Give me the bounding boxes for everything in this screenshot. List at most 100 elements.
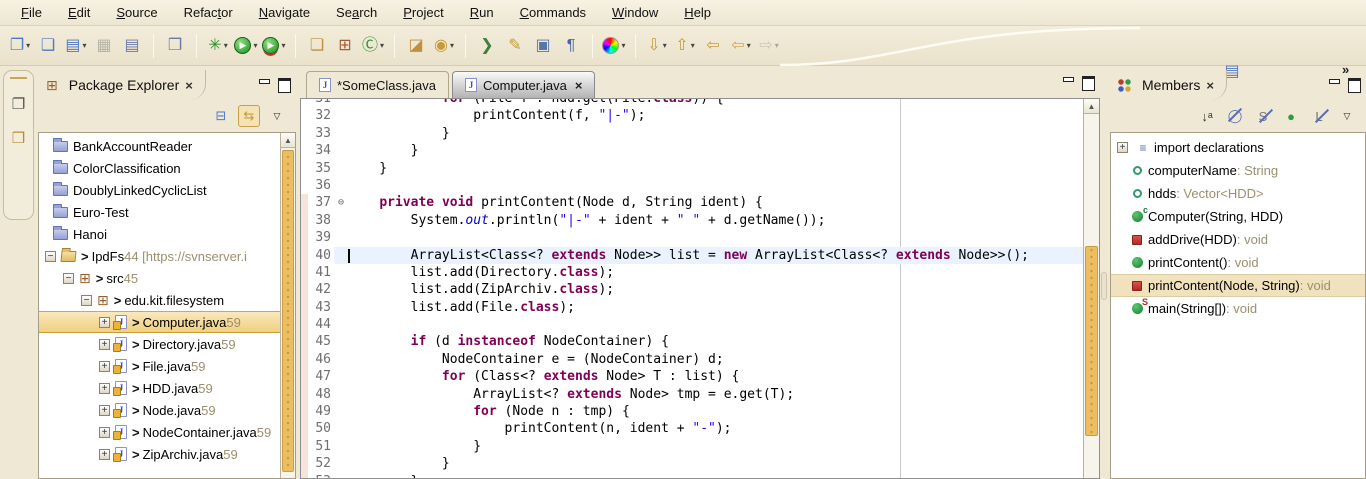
- run-last-launch-button[interactable]: ❯: [475, 32, 499, 60]
- code-line-41[interactable]: 41 list.add(Directory.class);: [301, 264, 1083, 281]
- new-view-button-dropdown-icon[interactable]: ▾: [83, 41, 87, 50]
- tree-item-ipdfs[interactable]: −>IpdFs 44 [https://svnserver.i: [39, 245, 280, 267]
- member-item-computername[interactable]: computerName : String: [1111, 159, 1365, 182]
- show-public-button[interactable]: ●: [1280, 105, 1302, 127]
- print-button[interactable]: ▤: [120, 32, 144, 60]
- hide-static-button[interactable]: S: [1252, 105, 1274, 127]
- fast-view-bar-handle[interactable]: [10, 75, 27, 79]
- tree-item-src[interactable]: −⊞>src 45: [39, 267, 280, 289]
- menu-refactor[interactable]: Refactor: [171, 1, 246, 25]
- code-line-38[interactable]: 38 System.out.println("|-" + ident + " "…: [301, 212, 1083, 229]
- editor-maximize-button[interactable]: [1082, 76, 1094, 87]
- menu-source[interactable]: Source: [103, 1, 170, 25]
- code-line-48[interactable]: 48 ArrayList<? extends Node> tmp = e.get…: [301, 386, 1083, 403]
- editor-minimize-button[interactable]: [1062, 76, 1074, 87]
- tree-item-ziparchiv-java[interactable]: +J>ZipArchiv.java 59: [39, 443, 280, 465]
- tree-item-doublylinkedcycliclist[interactable]: DoublyLinkedCyclicList: [39, 179, 280, 201]
- debug-button-dropdown-icon[interactable]: ▾: [224, 41, 228, 50]
- last-edit-location-button[interactable]: ⇦: [701, 32, 725, 60]
- view-menu-button[interactable]: ▽: [266, 105, 288, 127]
- menu-commands[interactable]: Commands: [507, 1, 599, 25]
- new-wizard-button-dropdown-icon[interactable]: ▾: [26, 41, 30, 50]
- editor-tab-computer-java[interactable]: JComputer.java×: [452, 71, 595, 98]
- new-class-button-dropdown-icon[interactable]: ▾: [380, 41, 384, 50]
- tree-expander-icon[interactable]: +: [99, 449, 110, 460]
- menu-project[interactable]: Project: [390, 1, 456, 25]
- debug-button[interactable]: ✳▾: [206, 32, 230, 60]
- code-line-33[interactable]: 33 }: [301, 125, 1083, 142]
- previous-annotation-button-dropdown-icon[interactable]: ▾: [691, 41, 695, 50]
- tree-item-hdd-java[interactable]: +J>HDD.java 59: [39, 377, 280, 399]
- code-line-53[interactable]: 53 }: [301, 473, 1083, 479]
- search-button-dropdown-icon[interactable]: ▾: [450, 41, 454, 50]
- package-explorer-tab[interactable]: ⊞ Package Explorer ×: [38, 70, 206, 100]
- code-line-51[interactable]: 51 }: [301, 438, 1083, 455]
- code-line-44[interactable]: 44: [301, 316, 1083, 333]
- next-annotation-button-dropdown-icon[interactable]: ▾: [663, 41, 667, 50]
- link-with-editor-button[interactable]: ⇆: [238, 105, 260, 127]
- new-package-button[interactable]: ⊞: [333, 32, 357, 60]
- new-java-project-button[interactable]: ❏: [305, 32, 329, 60]
- tree-item-colorclassification[interactable]: ColorClassification: [39, 157, 280, 179]
- fast-view-folder-icon[interactable]: ❒: [4, 129, 33, 147]
- next-annotation-button[interactable]: ⇩▾: [645, 32, 669, 60]
- color-wheel-button-dropdown-icon[interactable]: ▾: [621, 41, 625, 50]
- menu-search[interactable]: Search: [323, 1, 390, 25]
- sort-button[interactable]: ↓ᵃ: [1196, 105, 1218, 127]
- tree-item-hanoi[interactable]: Hanoi: [39, 223, 280, 245]
- tree-item-nodecontainer-java[interactable]: +J>NodeContainer.java 59: [39, 421, 280, 443]
- color-wheel-button[interactable]: ▾: [602, 32, 626, 60]
- package-explorer-close-icon[interactable]: ×: [185, 78, 193, 93]
- tree-item-edu-kit-filesystem[interactable]: −⊞>edu.kit.filesystem: [39, 289, 280, 311]
- external-tools-button[interactable]: ▶▾: [262, 32, 286, 60]
- editor-scrollbar[interactable]: ▲: [1083, 99, 1099, 478]
- menu-navigate[interactable]: Navigate: [246, 1, 323, 25]
- open-type-button[interactable]: ◪: [404, 32, 428, 60]
- menu-file[interactable]: File: [8, 1, 55, 25]
- code-line-39[interactable]: 39: [301, 229, 1083, 246]
- tree-expander-icon[interactable]: +: [99, 405, 110, 416]
- external-tools-button-dropdown-icon[interactable]: ▾: [281, 41, 285, 50]
- search-button[interactable]: ◉▾: [432, 32, 456, 60]
- run-button-dropdown-icon[interactable]: ▾: [253, 41, 257, 50]
- members-minimize-button[interactable]: [1328, 78, 1340, 89]
- tree-item-euro-test[interactable]: Euro-Test: [39, 201, 280, 223]
- menu-help[interactable]: Help: [671, 1, 724, 25]
- member-item-import-declarations[interactable]: +≡import declarations: [1111, 136, 1365, 159]
- run-button[interactable]: ▶▾: [234, 32, 258, 60]
- mark-occurrences-button[interactable]: ✎: [503, 32, 527, 60]
- new-wizard-button[interactable]: ❐▾: [8, 32, 32, 60]
- member-item-main-string[interactable]: Smain(String[]) : void: [1111, 297, 1365, 320]
- copy-windows-button[interactable]: ❒: [163, 32, 187, 60]
- tree-item-directory-java[interactable]: +J>Directory.java 59: [39, 333, 280, 355]
- editor-body[interactable]: 31 for (File f : hdd.get(File.class)) {3…: [300, 98, 1100, 479]
- show-whitespace-button[interactable]: ¶: [559, 32, 583, 60]
- tree-item-computer-java[interactable]: +J>Computer.java 59: [39, 311, 280, 333]
- package-explorer-scrollbar[interactable]: ▲: [280, 133, 295, 478]
- sash-handle[interactable]: [1101, 272, 1107, 300]
- member-item-printcontent-node-string[interactable]: printContent(Node, String) : void: [1111, 274, 1365, 297]
- members-close-icon[interactable]: ×: [1206, 78, 1214, 93]
- editor-scrollbar-thumb[interactable]: [1085, 246, 1098, 436]
- editor-tab-close-icon[interactable]: ×: [575, 78, 583, 93]
- collapse-all-button[interactable]: ⊟: [210, 105, 232, 127]
- back-button[interactable]: ⇦▾: [729, 32, 753, 60]
- member-item-printcontent[interactable]: printContent() : void: [1111, 251, 1365, 274]
- tree-expander-icon[interactable]: −: [63, 273, 74, 284]
- code-line-42[interactable]: 42 list.add(ZipArchiv.class);: [301, 281, 1083, 298]
- tree-expander-icon[interactable]: −: [81, 295, 92, 306]
- tree-expander-icon[interactable]: +: [99, 383, 110, 394]
- hide-fields-button[interactable]: ◯: [1224, 105, 1246, 127]
- previous-annotation-button[interactable]: ⇧▾: [673, 32, 697, 60]
- maximize-button[interactable]: [278, 78, 290, 89]
- code-line-31[interactable]: 31 for (File f : hdd.get(File.class)) {: [301, 98, 1083, 107]
- code-line-32[interactable]: 32 printContent(f, "|-");: [301, 107, 1083, 124]
- new-view-button[interactable]: ▤▾: [64, 32, 88, 60]
- editor-tab-someclass-java[interactable]: J*SomeClass.java: [306, 71, 449, 98]
- member-item-hdds[interactable]: hdds : Vector<HDD>: [1111, 182, 1365, 205]
- back-button-dropdown-icon[interactable]: ▾: [747, 41, 751, 50]
- minimize-button[interactable]: [258, 78, 270, 89]
- code-line-35[interactable]: 35 }: [301, 160, 1083, 177]
- code-line-34[interactable]: 34 }: [301, 142, 1083, 159]
- code-line-46[interactable]: 46 NodeContainer e = (NodeContainer) d;: [301, 351, 1083, 368]
